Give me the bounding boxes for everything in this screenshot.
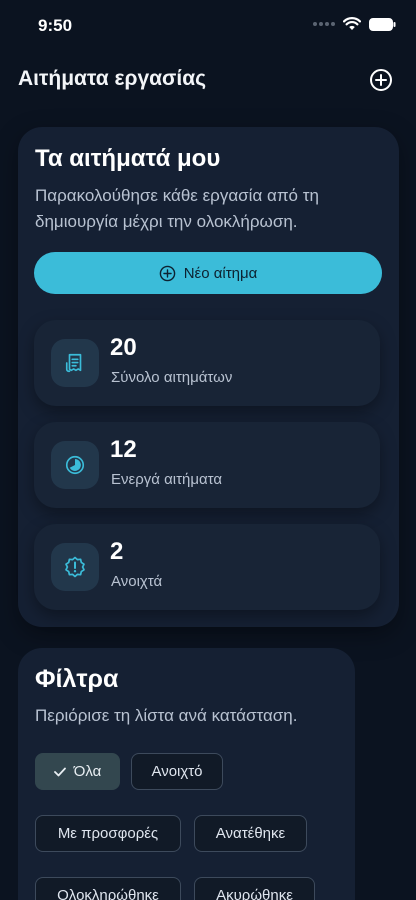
filters-title: Φίλτρα <box>35 665 119 693</box>
receipt-icon <box>65 353 82 373</box>
app-header: Αιτήματα εργασίας <box>0 62 416 100</box>
stat-icon-container <box>51 339 99 387</box>
filter-chip-assigned[interactable]: Ανατέθηκε <box>194 815 307 852</box>
filter-chip-label: Όλα <box>73 763 102 780</box>
stat-card-open: 2 Ανοιχτά <box>34 524 380 610</box>
overview-subtitle: Παρακολούθησε κάθε εργασία από τη δημιου… <box>35 186 319 231</box>
new-request-label: Νέο αίτημα <box>183 264 258 282</box>
filter-chip-all[interactable]: Όλα <box>35 753 120 790</box>
stat-value: 12 <box>110 436 137 463</box>
stat-value: 2 <box>110 538 124 565</box>
status-time: 9:50 <box>38 16 73 35</box>
alert-badge-icon <box>65 556 85 578</box>
filter-chip-label: Ολοκληρώθηκε <box>57 887 159 900</box>
battery-icon <box>369 17 396 31</box>
filter-chip-label: Ανοιχτό <box>151 763 203 780</box>
stat-card-total: 20 Σύνολο αιτημάτων <box>34 320 380 406</box>
filters-subtitle: Περιόρισε τη λίστα ανά κατάσταση. <box>35 706 298 725</box>
overview-card: Τα αιτήματά μου Παρακολούθησε κάθε εργασ… <box>18 127 399 627</box>
wifi-icon <box>343 17 361 30</box>
filter-chip-completed[interactable]: Ολοκληρώθηκε <box>35 877 181 900</box>
stat-icon-container <box>51 543 99 591</box>
filter-chip-label: Ακυρώθηκε <box>216 887 293 900</box>
filter-chip-with-offers[interactable]: Με προσφορές <box>35 815 181 852</box>
stat-value: 20 <box>110 334 137 361</box>
progress-clock-icon <box>65 455 85 475</box>
filter-chip-label: Με προσφορές <box>57 825 159 842</box>
stat-label: Ανοιχτά <box>111 573 163 590</box>
plus-circle-icon[interactable] <box>369 68 393 92</box>
checkmark-icon <box>53 767 66 776</box>
filter-chip-cancelled[interactable]: Ακυρώθηκε <box>194 877 315 900</box>
new-request-button[interactable]: Νέο αίτημα <box>34 252 382 294</box>
stat-icon-container <box>51 441 99 489</box>
signal-icon <box>313 22 335 26</box>
stat-label: Ενεργά αιτήματα <box>111 471 223 488</box>
status-icons <box>313 17 396 31</box>
filter-chip-label: Ανατέθηκε <box>215 825 286 842</box>
plus-circle-icon <box>159 265 175 281</box>
overview-title: Τα αιτήματά μου <box>35 145 221 172</box>
status-bar: 9:50 <box>0 0 416 54</box>
filter-chip-open[interactable]: Ανοιχτό <box>131 753 223 790</box>
stat-label: Σύνολο αιτημάτων <box>111 369 233 386</box>
page-title: Αιτήματα εργασίας <box>18 67 207 90</box>
filters-card: Φίλτρα Περιόρισε τη λίστα ανά κατάσταση.… <box>18 648 355 900</box>
stat-card-active: 12 Ενεργά αιτήματα <box>34 422 380 508</box>
